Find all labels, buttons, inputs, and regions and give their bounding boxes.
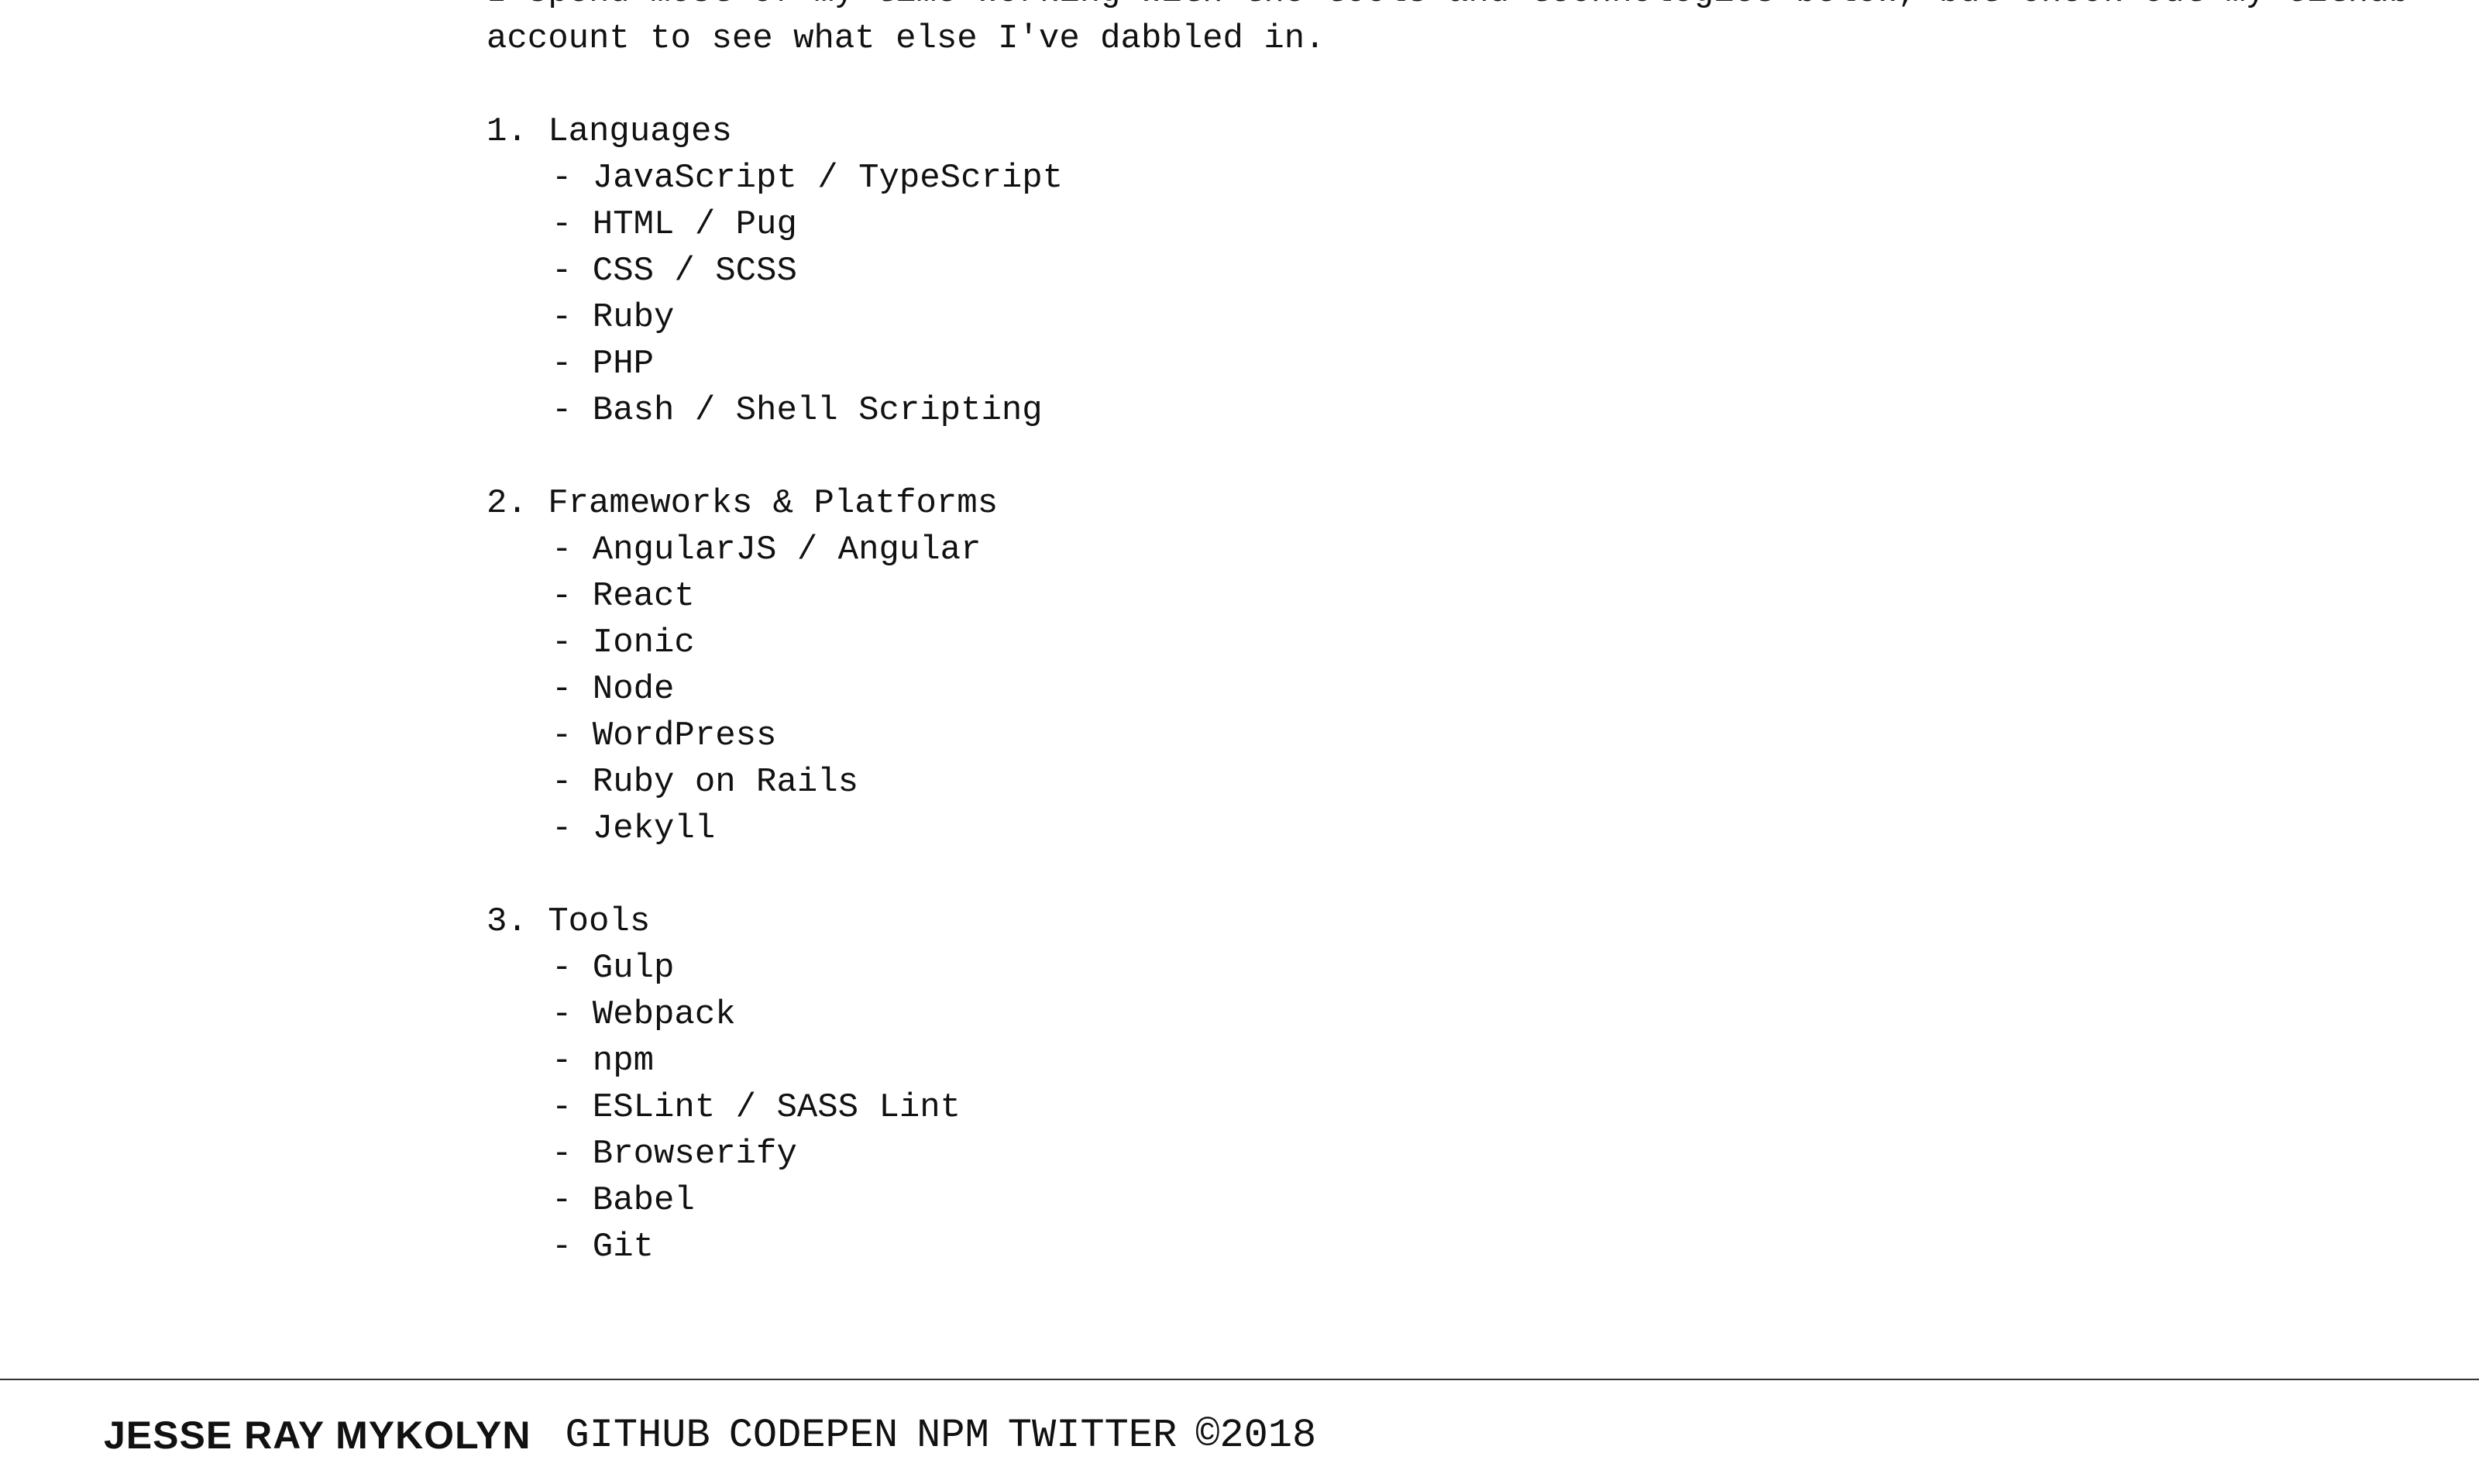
list-item: - Browserify (552, 1135, 797, 1173)
item-list: - AngularJS / Angular - React - Ionic - … (487, 527, 2423, 852)
skills-content: I spend most of my time working with the… (487, 0, 2423, 1270)
intro-paragraph: I spend most of my time working with the… (487, 0, 2423, 62)
list-item: - Webpack (552, 995, 736, 1034)
list-item: - Ruby (552, 298, 675, 337)
section-languages: 1. Languages - JavaScript / TypeScript -… (487, 108, 2423, 434)
list-item: - HTML / Pug (552, 205, 797, 244)
item-list: - Gulp - Webpack - npm - ESLint / SASS L… (487, 945, 2423, 1270)
section-heading: 1. Languages (487, 112, 732, 151)
list-item: - React (552, 577, 695, 616)
copyright-text: ©2018 (1195, 1412, 1317, 1458)
list-item: - Ionic (552, 623, 695, 662)
section-frameworks: 2. Frameworks & Platforms - AngularJS / … (487, 480, 2423, 852)
section-heading: 2. Frameworks & Platforms (487, 484, 999, 523)
section-tools: 3. Tools - Gulp - Webpack - npm - ESLint… (487, 898, 2423, 1270)
item-list: - JavaScript / TypeScript - HTML / Pug -… (487, 155, 2423, 434)
footer-link-npm[interactable]: NPM (916, 1413, 989, 1458)
list-item: - AngularJS / Angular (552, 531, 982, 569)
list-item: - PHP (552, 345, 655, 383)
intro-line: I spend most of my time working with the… (487, 0, 2423, 15)
list-item: - Gulp (552, 949, 675, 988)
list-item: - Bash / Shell Scripting (552, 391, 1043, 430)
list-item: - CSS / SCSS (552, 252, 797, 290)
footer-link-codepen[interactable]: CODEPEN (729, 1413, 898, 1458)
list-item: - Babel (552, 1181, 695, 1220)
list-item: - npm (552, 1042, 655, 1080)
list-item: - Jekyll (552, 809, 716, 848)
site-footer: JESSE RAY MYKOLYN GITHUB CODEPEN NPM TWI… (104, 1408, 1316, 1462)
footer-link-twitter[interactable]: TWITTER (1008, 1413, 1177, 1458)
list-item: - Node (552, 670, 675, 709)
brand-home-link[interactable]: JESSE RAY MYKOLYN (104, 1413, 531, 1458)
list-item: - Ruby on Rails (552, 763, 859, 802)
intro-line: account to see what else I've dabbled in… (487, 19, 1325, 58)
list-item: - Git (552, 1228, 655, 1266)
list-item: - WordPress (552, 716, 777, 755)
section-heading: 3. Tools (487, 902, 651, 941)
footer-divider (0, 1379, 2479, 1380)
list-item: - ESLint / SASS Lint (552, 1088, 961, 1127)
footer-link-github[interactable]: GITHUB (565, 1413, 710, 1458)
list-item: - JavaScript / TypeScript (552, 159, 1064, 198)
